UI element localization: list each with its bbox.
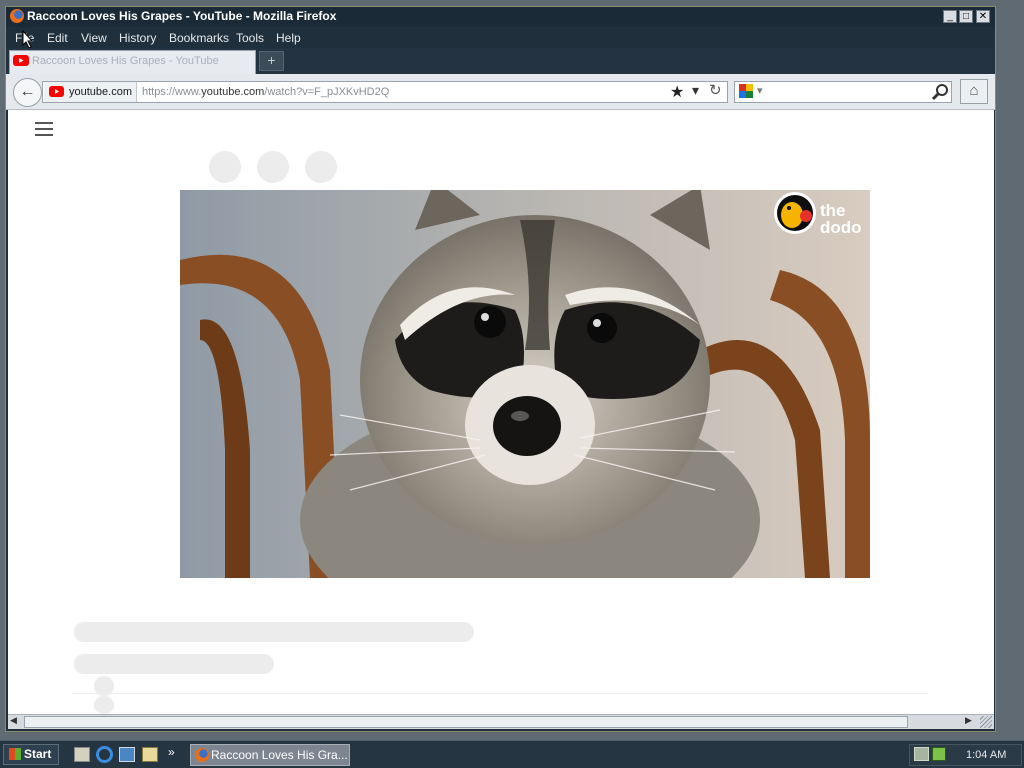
menu-view[interactable]: View [81, 31, 107, 45]
internet-explorer-icon[interactable] [96, 746, 113, 763]
taskbar-clock: 1:04 AM [966, 749, 1007, 761]
menu-tools[interactable]: Tools [236, 31, 264, 45]
url-path: /watch?v=F_pJXKvHD2Q [264, 86, 390, 98]
minimize-button[interactable]: _ [943, 10, 957, 23]
search-engine-dropdown-icon[interactable]: ▾ [757, 84, 763, 97]
hamburger-menu-icon[interactable] [33, 119, 55, 137]
menu-help[interactable]: Help [276, 31, 301, 45]
title-placeholder [74, 622, 474, 642]
video-watermark: the dodo [820, 201, 862, 237]
close-button[interactable]: ✕ [976, 10, 990, 23]
firefox-logo-icon [10, 9, 24, 23]
outlook-express-icon[interactable] [119, 747, 135, 762]
url-dropdown-icon[interactable]: ▾ [692, 82, 699, 99]
url-domain: youtube.com [201, 86, 265, 98]
menu-bookmarks[interactable]: Bookmarks [169, 31, 229, 45]
subtitle-placeholder [74, 654, 274, 674]
google-search-engine-icon [739, 84, 753, 98]
youtube-favicon-icon [13, 55, 29, 66]
placeholder-circle [305, 151, 337, 183]
divider [72, 693, 928, 694]
placeholder-circle [257, 151, 289, 183]
scroll-right-icon[interactable]: ▶ [965, 715, 972, 726]
menu-edit[interactable]: Edit [47, 31, 68, 45]
scrollbar-thumb[interactable] [24, 716, 908, 728]
start-label: Start [24, 747, 52, 761]
youtube-identity-icon [49, 86, 64, 97]
site-identity-label: youtube.com [69, 86, 132, 98]
bookmark-star-icon[interactable]: ★ [670, 82, 684, 102]
media-icon[interactable] [142, 747, 158, 762]
menu-history[interactable]: History [119, 31, 156, 45]
back-button[interactable]: ← [13, 78, 42, 107]
window-title: Raccoon Loves His Grapes - YouTube - Moz… [27, 9, 337, 23]
scroll-left-icon[interactable]: ◀ [10, 715, 17, 726]
start-button[interactable]: Start [3, 744, 59, 765]
search-bar[interactable] [734, 81, 952, 103]
resize-grip-icon[interactable] [980, 716, 992, 728]
maximize-button[interactable]: □ [959, 10, 973, 23]
firefox-task-icon [195, 748, 209, 762]
windows-logo-icon [9, 748, 21, 760]
show-desktop-icon[interactable] [74, 747, 90, 762]
search-icon[interactable] [931, 83, 949, 101]
more-quicklaunch-icon[interactable]: » [168, 745, 175, 759]
tab-title: Raccoon Loves His Grapes - YouTube [32, 55, 219, 67]
url-text[interactable]: https://www.youtube.com/watch?v=F_pJXKvH… [142, 86, 389, 98]
video-player[interactable]: the dodo [180, 190, 870, 578]
raccoon-video-frame [180, 190, 870, 578]
placeholder-dot [94, 696, 114, 714]
security-tray-icon[interactable] [932, 747, 946, 761]
new-tab-button[interactable]: + [259, 51, 284, 71]
placeholder-circle [209, 151, 241, 183]
the-dodo-logo-icon [774, 192, 816, 234]
mouse-cursor-icon [22, 30, 34, 49]
network-tray-icon[interactable] [914, 747, 929, 761]
reload-icon[interactable]: ↻ [709, 81, 722, 99]
taskbar-firefox-label: Raccoon Loves His Gra... [211, 748, 348, 762]
home-button[interactable]: ⌂ [960, 79, 988, 104]
url-prefix: https://www. [142, 86, 202, 98]
